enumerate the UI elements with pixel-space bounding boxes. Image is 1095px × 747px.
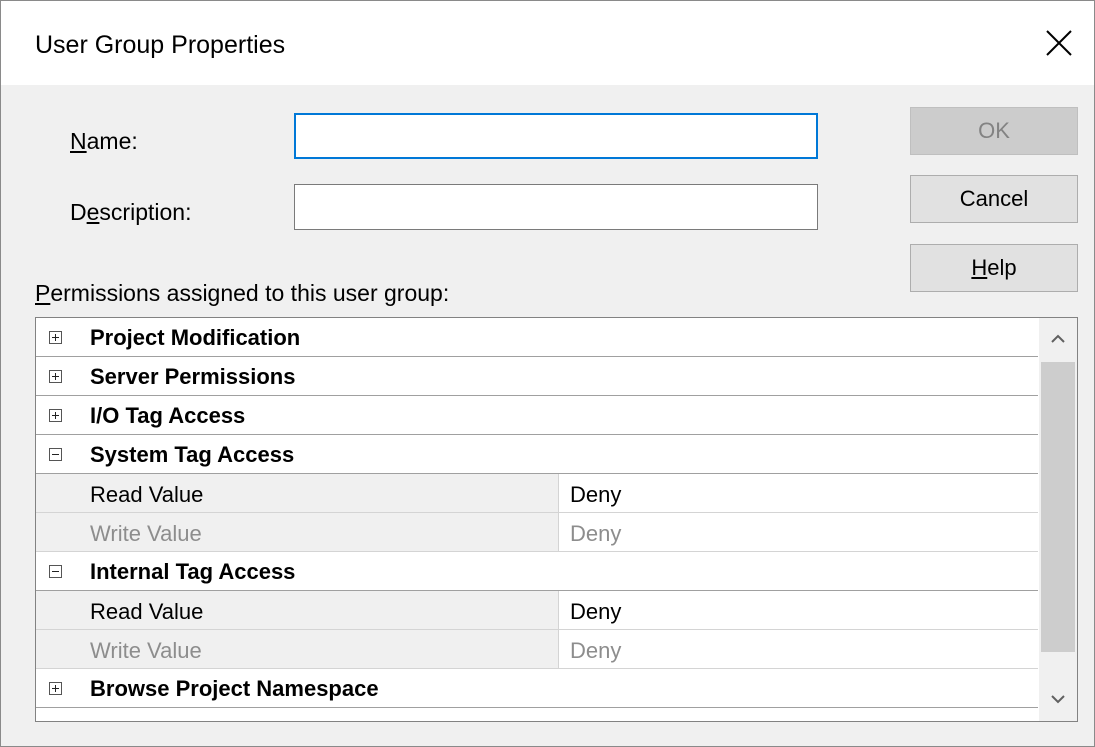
description-label: Description: xyxy=(70,199,192,225)
permissions-rows: Project Modification Server Permissions I/… xyxy=(36,318,1038,708)
scroll-up-button[interactable] xyxy=(1039,318,1077,360)
close-icon xyxy=(1046,30,1072,56)
property-value: Deny xyxy=(558,630,1038,668)
title-bar: User Group Properties xyxy=(1,1,1094,85)
vertical-scrollbar[interactable] xyxy=(1039,318,1077,721)
category-row[interactable]: Browse Project Namespace xyxy=(36,669,1038,708)
property-name: Read Value xyxy=(90,599,204,624)
category-label: Internal Tag Access xyxy=(90,559,296,584)
scroll-thumb[interactable] xyxy=(1041,362,1075,652)
property-row: Write Value Deny xyxy=(36,630,1038,669)
ok-button[interactable]: OK xyxy=(910,107,1078,155)
category-label: System Tag Access xyxy=(90,442,295,467)
category-row[interactable]: Server Permissions xyxy=(36,357,1038,396)
category-label: I/O Tag Access xyxy=(90,403,246,428)
name-label: Name: xyxy=(70,128,138,154)
property-value[interactable]: Deny xyxy=(558,591,1038,629)
name-input[interactable] xyxy=(294,113,818,159)
property-row[interactable]: Read Value Deny xyxy=(36,591,1038,630)
property-value: Deny xyxy=(558,513,1038,551)
permissions-label: Permissions assigned to this user group: xyxy=(35,280,450,306)
cancel-button[interactable]: Cancel xyxy=(910,175,1078,223)
expand-icon[interactable] xyxy=(49,331,62,344)
chevron-down-icon xyxy=(1051,695,1065,704)
property-name: Read Value xyxy=(90,482,204,507)
permissions-grid: Project Modification Server Permissions I/… xyxy=(35,317,1078,722)
user-group-properties-dialog: User Group Properties Name: Description:… xyxy=(0,0,1095,747)
scroll-down-button[interactable] xyxy=(1039,679,1077,721)
category-label: Server Permissions xyxy=(90,364,296,389)
description-input[interactable] xyxy=(294,184,818,230)
category-label: Browse Project Namespace xyxy=(90,676,379,701)
category-row[interactable]: I/O Tag Access xyxy=(36,396,1038,435)
help-button[interactable]: Help xyxy=(910,244,1078,292)
category-row[interactable]: Internal Tag Access xyxy=(36,552,1038,591)
property-name: Write Value xyxy=(90,638,202,663)
property-name: Write Value xyxy=(90,521,202,546)
dialog-title: User Group Properties xyxy=(35,31,286,59)
close-button[interactable] xyxy=(1024,11,1094,75)
category-row[interactable]: Project Modification xyxy=(36,318,1038,357)
property-value[interactable]: Deny xyxy=(558,474,1038,512)
category-label: Project Modification xyxy=(90,325,301,350)
expand-icon[interactable] xyxy=(49,409,62,422)
collapse-icon[interactable] xyxy=(49,565,62,578)
expand-icon[interactable] xyxy=(49,682,62,695)
property-row: Write Value Deny xyxy=(36,513,1038,552)
expand-icon[interactable] xyxy=(49,370,62,383)
category-row[interactable]: System Tag Access xyxy=(36,435,1038,474)
property-row[interactable]: Read Value Deny xyxy=(36,474,1038,513)
collapse-icon[interactable] xyxy=(49,448,62,461)
chevron-up-icon xyxy=(1051,334,1065,343)
